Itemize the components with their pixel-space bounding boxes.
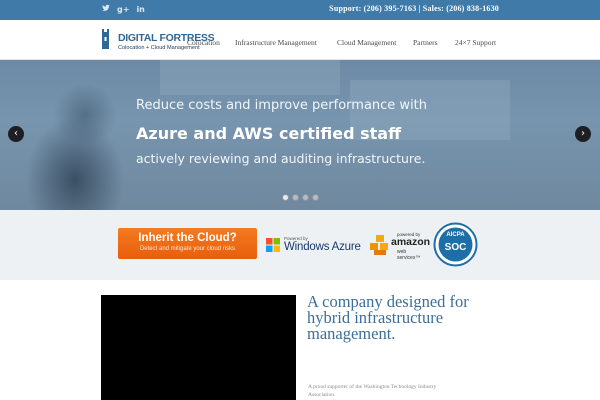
- wtia-supporter-text: A proud supporter of the Washington Tech…: [308, 384, 437, 398]
- nav-support[interactable]: 24×7 Support: [455, 38, 496, 47]
- slider-dot-4[interactable]: [312, 194, 319, 201]
- slider-next-button[interactable]: ›: [575, 126, 591, 142]
- social-links: g+ in: [102, 4, 145, 15]
- fortress-logo-icon: [102, 29, 109, 49]
- nav-infrastructure-management[interactable]: Infrastructure Management: [235, 38, 317, 47]
- aws-name: amazon: [391, 236, 431, 248]
- aicpa-soc-seal-icon: AICPA SOC: [433, 222, 478, 267]
- partners-strip: Inherit the Cloud? Detect and mitigate y…: [0, 210, 600, 280]
- video-player[interactable]: [101, 295, 296, 400]
- top-bar: g+ in Support: (206) 395-7163 | Sales: (…: [0, 0, 600, 20]
- hero-line-3: actively reviewing and auditing infrastr…: [136, 151, 426, 166]
- cta-subtitle: Detect and mitigate your cloud risks: [139, 246, 236, 252]
- twitter-icon[interactable]: [102, 4, 110, 15]
- cta-title: Inherit the Cloud?: [138, 232, 237, 244]
- slider-dots: [282, 194, 319, 201]
- inherit-cloud-button[interactable]: Inherit the Cloud? Detect and mitigate y…: [118, 228, 257, 259]
- nav-cloud-management[interactable]: Cloud Management: [337, 38, 396, 47]
- soc-top-text: AICPA: [446, 232, 465, 238]
- azure-name: Windows Azure: [284, 241, 361, 253]
- hero-background-window: [160, 60, 340, 95]
- hero-line-1: Reduce costs and improve performance wit…: [136, 98, 428, 113]
- google-plus-icon[interactable]: g+: [117, 4, 129, 15]
- support-phone-text: Support: (206) 395-7163 | Sales: (206) 8…: [329, 4, 499, 13]
- slider-dot-3[interactable]: [302, 194, 309, 201]
- slider-dot-2[interactable]: [292, 194, 299, 201]
- nav-partners[interactable]: Partners: [413, 38, 438, 47]
- aws-logo: powered by amazon web services™: [369, 232, 431, 261]
- site-header: DIGITAL FORTRESS Colocation + Cloud Mana…: [0, 20, 600, 60]
- aicpa-soc-badge: AICPA SOC: [433, 222, 478, 267]
- nav-colocation[interactable]: Colocation: [187, 38, 220, 47]
- linkedin-icon[interactable]: in: [136, 4, 144, 15]
- slider-dot-1[interactable]: [282, 194, 289, 201]
- hero-line-2: Azure and AWS certified staff: [136, 124, 402, 143]
- hero-slider: Reduce costs and improve performance wit…: [0, 60, 600, 210]
- soc-mid-text: SOC: [445, 242, 467, 253]
- aws-cubes-icon: [370, 235, 388, 255]
- windows-azure-logo: Powered by Windows Azure: [266, 235, 361, 255]
- company-headline: A company designed for hybrid infrastruc…: [307, 292, 469, 343]
- windows-flag-icon: [266, 238, 280, 252]
- aws-subtitle: web services™: [397, 249, 421, 261]
- slider-prev-button[interactable]: ‹: [8, 126, 24, 142]
